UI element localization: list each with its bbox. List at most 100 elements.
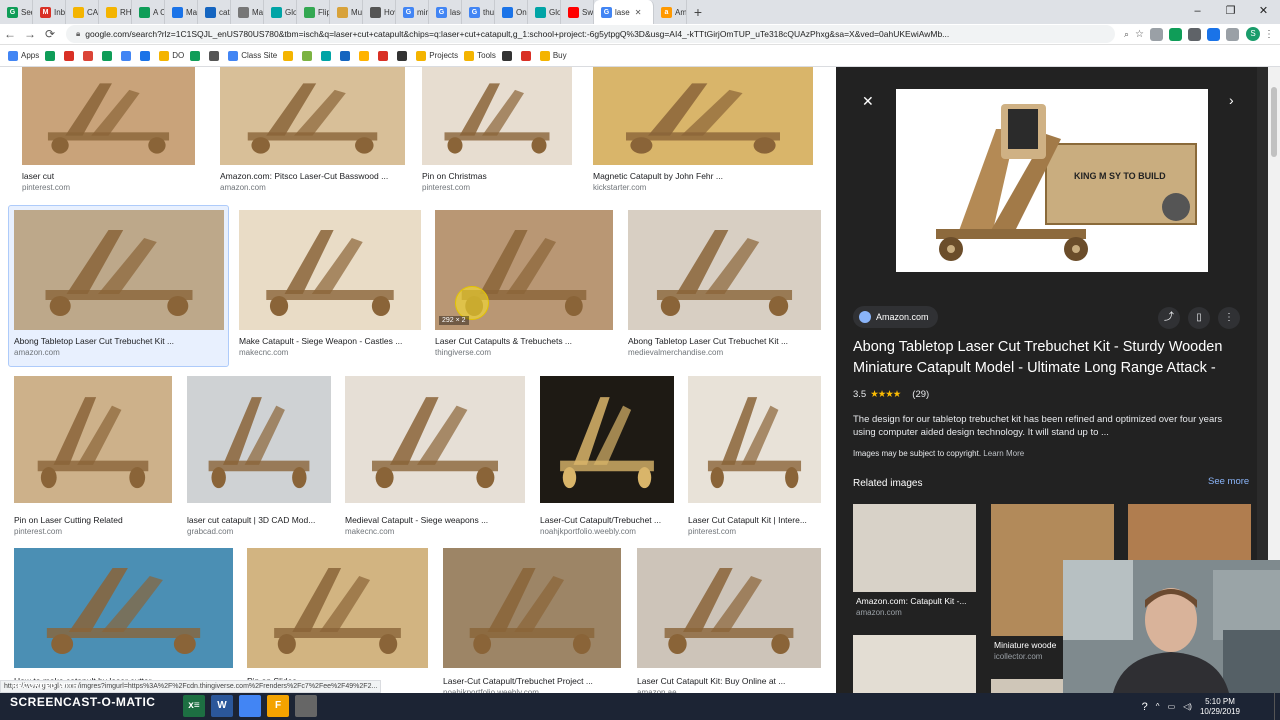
browser-tab[interactable]: Glase✕ bbox=[429, 0, 462, 24]
result-title[interactable]: Medieval Catapult - Siege weapons ... bbox=[345, 515, 535, 525]
help-icon[interactable]: ? bbox=[1142, 701, 1148, 713]
image-result[interactable]: laser cut pinterest.com bbox=[22, 67, 195, 201]
taskbar-excel-icon[interactable]: x≡ bbox=[183, 695, 205, 717]
browser-tab[interactable]: Hov✕ bbox=[363, 0, 396, 24]
result-thumbnail[interactable] bbox=[593, 67, 813, 165]
close-window-button[interactable]: ✕ bbox=[1247, 0, 1280, 24]
chevron-up-icon[interactable]: ^ bbox=[1156, 702, 1160, 711]
taskbar-file-icon[interactable]: F bbox=[267, 695, 289, 717]
result-title[interactable]: Abong Tabletop Laser Cut Trebuchet Kit .… bbox=[628, 336, 831, 346]
preview-image[interactable]: KING M SY TO BUILD bbox=[896, 89, 1208, 272]
extension-icon[interactable] bbox=[1188, 27, 1201, 41]
bookmark-item[interactable] bbox=[64, 50, 77, 61]
bookmark-item[interactable] bbox=[121, 50, 134, 61]
result-title[interactable]: Abong Tabletop Laser Cut Trebuchet Kit .… bbox=[14, 336, 234, 346]
image-result[interactable]: Pin on Slides bbox=[247, 548, 428, 693]
bookmark-item[interactable]: Class Site bbox=[228, 50, 277, 61]
image-result[interactable]: Amazon.com: Pitsco Laser-Cut Basswood ..… bbox=[220, 67, 405, 201]
browser-tab[interactable]: Gthu✕ bbox=[462, 0, 495, 24]
result-thumbnail[interactable] bbox=[688, 376, 821, 503]
browser-tab[interactable]: On✕ bbox=[495, 0, 528, 24]
bookmark-item[interactable] bbox=[501, 50, 515, 61]
taskbar-word-icon[interactable]: W bbox=[211, 695, 233, 717]
result-thumbnail[interactable] bbox=[422, 67, 572, 165]
extension-icon[interactable] bbox=[1226, 27, 1239, 41]
result-thumbnail[interactable] bbox=[247, 548, 428, 668]
browser-tab[interactable]: Glase✕ bbox=[594, 0, 654, 24]
result-thumbnail[interactable] bbox=[628, 210, 821, 330]
bookmark-item[interactable] bbox=[102, 50, 115, 61]
result-thumbnail[interactable] bbox=[637, 548, 821, 668]
taskbar-app-icon[interactable] bbox=[295, 695, 317, 717]
result-title[interactable]: laser cut bbox=[22, 171, 205, 181]
browser-tab[interactable]: Flip✕ bbox=[297, 0, 330, 24]
image-result[interactable]: Laser-Cut Catapult/Trebuchet Project ...… bbox=[443, 548, 621, 693]
browser-tab[interactable]: Glo✕ bbox=[528, 0, 561, 24]
related-thumbnail[interactable] bbox=[1128, 504, 1251, 564]
related-thumbnail[interactable] bbox=[853, 635, 976, 693]
result-thumbnail[interactable] bbox=[22, 67, 195, 165]
network-icon[interactable]: ▭ bbox=[1168, 702, 1176, 711]
image-result[interactable]: Laser Cut Catapult Kit | Intere... pinter… bbox=[688, 376, 821, 539]
browser-tab[interactable]: Mu✕ bbox=[330, 0, 363, 24]
new-tab-button[interactable]: + bbox=[687, 4, 709, 20]
result-title[interactable]: Laser Cut Catapult Kit | Intere... bbox=[688, 515, 831, 525]
bookmark-item[interactable]: Projects bbox=[416, 50, 458, 61]
result-title[interactable]: Laser-Cut Catapult/Trebuchet ... bbox=[540, 515, 684, 525]
result-thumbnail[interactable] bbox=[14, 210, 224, 330]
browser-tab[interactable]: Ma✕ bbox=[165, 0, 198, 24]
preview-title[interactable]: Abong Tabletop Laser Cut Trebuchet Kit -… bbox=[853, 337, 1238, 379]
image-result[interactable]: Abong Tabletop Laser Cut Trebuchet Kit .… bbox=[628, 210, 821, 366]
image-result[interactable]: laser cut catapult | 3D CAD Mod... grabca… bbox=[187, 376, 331, 539]
related-title[interactable]: Miniature woode bbox=[994, 640, 1056, 650]
bookmark-item[interactable]: Apps bbox=[8, 50, 39, 61]
extension-icon[interactable] bbox=[1150, 27, 1163, 41]
browser-tab[interactable]: cat✕ bbox=[198, 0, 231, 24]
search-icon[interactable]: ⌕ bbox=[1124, 29, 1129, 40]
bookmark-item[interactable] bbox=[83, 50, 96, 61]
result-thumbnail[interactable] bbox=[220, 67, 405, 165]
taskbar-chrome-icon[interactable] bbox=[239, 695, 261, 717]
share-icon[interactable]: ⤴ bbox=[1158, 307, 1180, 329]
image-result[interactable]: Pin on Christmas pinterest.com bbox=[422, 67, 572, 201]
result-title[interactable]: Pin on Christmas bbox=[422, 171, 582, 181]
tab-close-icon[interactable]: ✕ bbox=[635, 8, 642, 17]
bookmark-item[interactable]: DO bbox=[159, 50, 184, 61]
bookmark-item[interactable] bbox=[140, 50, 153, 61]
bookmark-item[interactable] bbox=[283, 50, 296, 61]
result-thumbnail[interactable] bbox=[443, 548, 621, 668]
forward-arrow-icon[interactable]: → bbox=[20, 27, 40, 41]
related-thumbnail[interactable] bbox=[853, 504, 976, 592]
clock[interactable]: 5:10 PM 10/29/2019 bbox=[1200, 697, 1240, 717]
restore-button[interactable]: ❐ bbox=[1214, 0, 1247, 24]
result-title[interactable]: Amazon.com: Pitsco Laser-Cut Basswood ..… bbox=[220, 171, 415, 181]
bookmark-star-icon[interactable]: ☆ bbox=[1135, 29, 1144, 40]
browser-tab[interactable]: CA✕ bbox=[66, 0, 99, 24]
browser-tab[interactable]: Gmin✕ bbox=[396, 0, 429, 24]
scrollbar-thumb[interactable] bbox=[1271, 87, 1277, 157]
browser-tab[interactable]: GSeq✕ bbox=[0, 0, 33, 24]
result-thumbnail[interactable] bbox=[345, 376, 525, 503]
bookmark-item[interactable] bbox=[302, 50, 315, 61]
show-desktop-button[interactable] bbox=[1274, 693, 1280, 720]
image-result[interactable]: Medieval Catapult - Siege weapons ... mak… bbox=[345, 376, 525, 539]
browser-tab[interactable]: Glo✕ bbox=[264, 0, 297, 24]
result-title[interactable]: Magnetic Catapult by John Fehr ... bbox=[593, 171, 823, 181]
learn-more-link[interactable]: Learn More bbox=[983, 449, 1024, 458]
result-thumbnail[interactable] bbox=[187, 376, 331, 503]
result-thumbnail[interactable] bbox=[239, 210, 421, 330]
url-input[interactable]: 🔒︎ google.com/search?rlz=1C1SQJL_enUS780… bbox=[66, 25, 1115, 43]
result-thumbnail[interactable] bbox=[540, 376, 674, 503]
result-title[interactable]: Pin on Laser Cutting Related bbox=[14, 515, 182, 525]
menu-kebab-icon[interactable]: ⋮ bbox=[1264, 29, 1274, 40]
browser-tab[interactable]: MInb✕ bbox=[33, 0, 66, 24]
extension-icon[interactable] bbox=[1207, 27, 1220, 41]
bookmark-item[interactable] bbox=[340, 50, 353, 61]
bookmark-item[interactable] bbox=[359, 50, 372, 61]
image-result[interactable]: Make Catapult - Siege Weapon - Castles .… bbox=[239, 210, 421, 366]
bookmark-item[interactable] bbox=[190, 50, 203, 61]
volume-icon[interactable]: ◁) bbox=[1183, 702, 1192, 711]
related-image[interactable] bbox=[853, 635, 976, 693]
bookmark-item[interactable] bbox=[520, 50, 534, 61]
browser-tab[interactable]: A C✕ bbox=[132, 0, 165, 24]
